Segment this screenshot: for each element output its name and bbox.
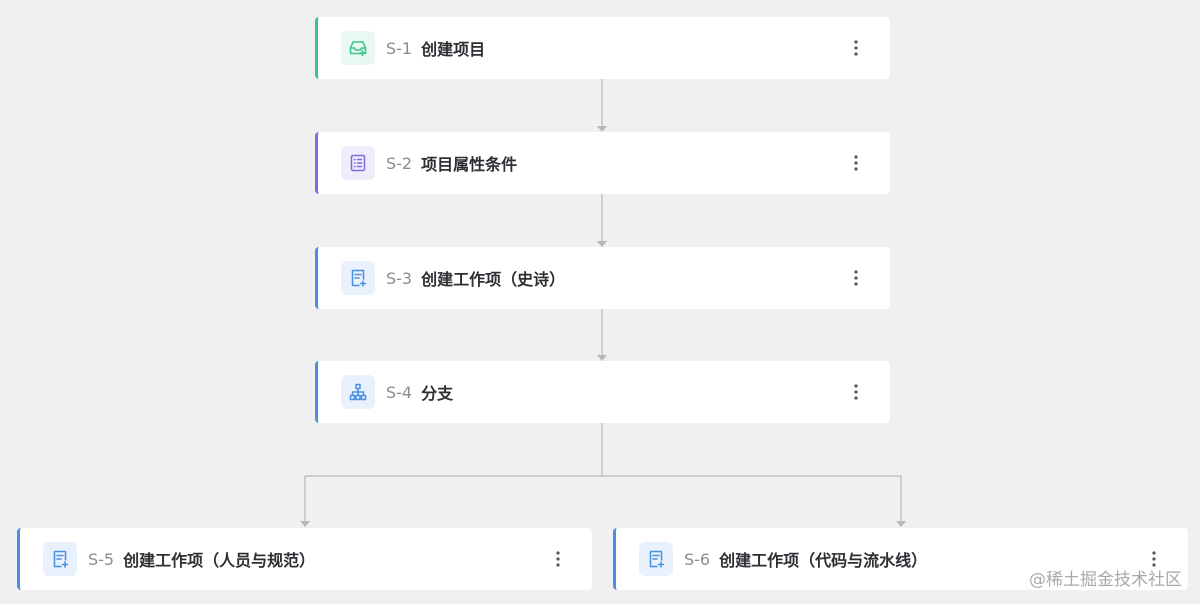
workflow-node-s5[interactable]: S-5 创建工作项（人员与规范） <box>17 528 592 590</box>
list-document-icon <box>341 146 375 180</box>
step-id: S-3 <box>386 268 413 288</box>
step-title: 项目属性条件 <box>421 155 518 174</box>
document-add-icon <box>341 261 375 295</box>
more-vertical-icon[interactable] <box>848 266 864 290</box>
connector-branch <box>304 423 902 521</box>
more-vertical-icon[interactable] <box>550 547 566 571</box>
workflow-node-s1[interactable]: S-1 创建项目 <box>315 17 890 79</box>
step-title: 创建工作项（代码与流水线） <box>719 551 928 570</box>
step-title: 创建工作项（人员与规范） <box>123 551 316 570</box>
arrow-to-s6 <box>896 521 906 527</box>
hierarchy-icon <box>341 375 375 409</box>
watermark: @稀土掘金技术社区 <box>1029 570 1182 590</box>
more-vertical-icon[interactable] <box>848 151 864 175</box>
document-add-icon <box>639 542 673 576</box>
step-title: 创建工作项（史诗） <box>421 270 566 289</box>
step-id: S-6 <box>684 549 711 569</box>
step-id: S-5 <box>88 549 115 569</box>
step-id: S-2 <box>386 153 413 173</box>
workflow-node-s3[interactable]: S-3 创建工作项（史诗） <box>315 247 890 309</box>
step-title: 创建项目 <box>421 40 486 59</box>
step-id: S-4 <box>386 382 413 402</box>
step-title: 分支 <box>421 384 454 403</box>
document-add-icon <box>43 542 77 576</box>
step-id: S-1 <box>386 38 413 58</box>
workflow-node-s4[interactable]: S-4 分支 <box>315 361 890 423</box>
more-vertical-icon[interactable] <box>848 36 864 60</box>
workflow-canvas: S-1 创建项目 S-2 项目属性条件 S-3 创建工作项（史诗） S-4 分支… <box>0 0 1200 604</box>
workflow-node-s2[interactable]: S-2 项目属性条件 <box>315 132 890 194</box>
more-vertical-icon[interactable] <box>848 380 864 404</box>
arrow-to-s5 <box>300 521 310 527</box>
inbox-add-icon <box>341 31 375 65</box>
